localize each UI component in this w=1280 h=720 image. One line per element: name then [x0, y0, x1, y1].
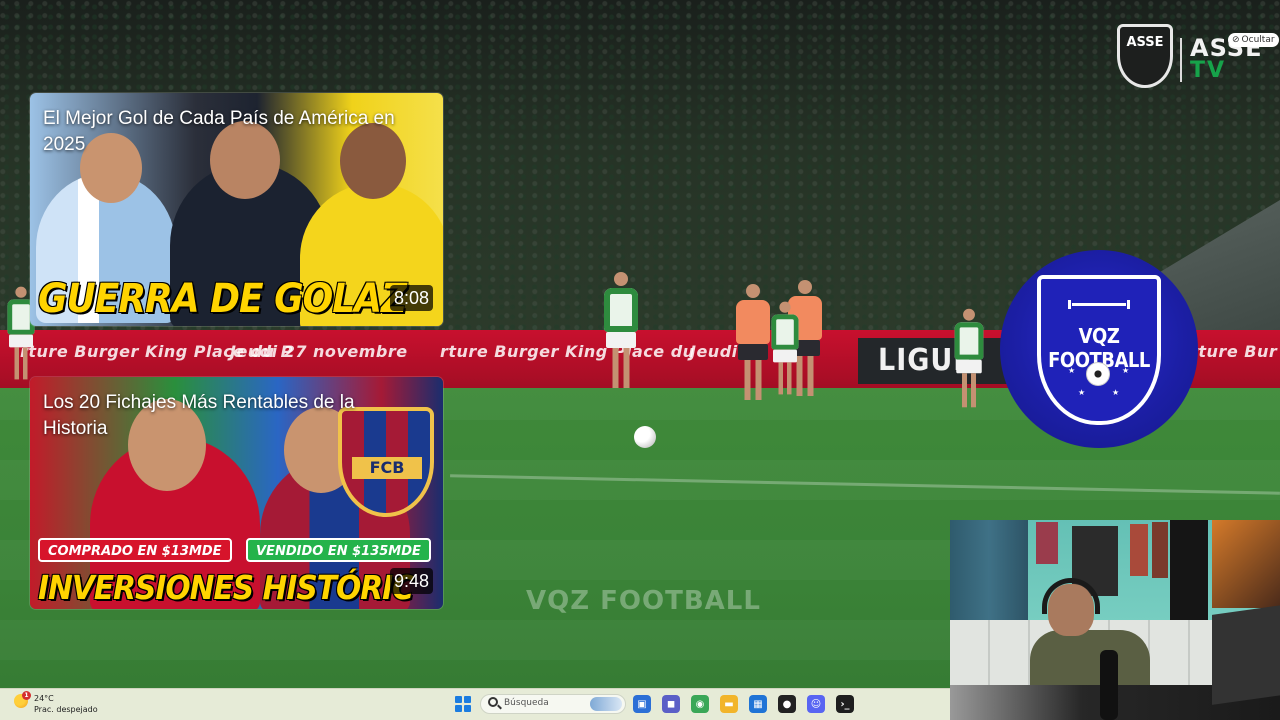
discord-icon[interactable]: ☺ — [807, 695, 825, 713]
adboard-text: rture Bur — [1190, 342, 1278, 361]
football — [634, 426, 656, 448]
fcb-crest-label: FCB — [352, 457, 422, 479]
player — [736, 284, 770, 400]
player — [954, 308, 984, 408]
poster — [1212, 520, 1280, 608]
hide-overlay-label: Ocultar — [1241, 35, 1275, 45]
hide-overlay-button[interactable]: ⊘ Ocultar — [1228, 33, 1279, 47]
watermark-text: VQZ FOOTBALL — [526, 586, 761, 616]
chrome-icon[interactable]: ◉ — [691, 695, 709, 713]
door — [1170, 520, 1208, 620]
poster — [1036, 522, 1058, 564]
terminal-icon[interactable]: ›_ — [836, 695, 854, 713]
adboard-text: Jeudi 27 novembre — [230, 342, 408, 361]
thumbnail-headline: INVERSIONES HISTÓRIC — [38, 568, 414, 607]
weather-description[interactable]: Prac. despejado — [34, 705, 98, 714]
file-explorer-icon[interactable]: ▬ — [720, 695, 738, 713]
poster — [1130, 524, 1148, 576]
player — [771, 301, 799, 395]
microphone-icon — [1100, 650, 1118, 720]
task-view-icon[interactable]: ▣ — [633, 695, 651, 713]
video-duration: 9:48 — [389, 568, 433, 594]
weather-temperature[interactable]: 24°C — [34, 694, 54, 703]
star-icon: ★ — [1068, 366, 1076, 375]
windows-start-icon[interactable] — [455, 696, 471, 712]
price-sold-badge: VENDIDO EN $135MDE — [246, 538, 431, 562]
curtain — [950, 520, 1028, 620]
asse-crest-logo: ASSE — [1117, 24, 1173, 88]
poster — [1152, 522, 1168, 578]
video-title: El Mejor Gol de Cada País de América en … — [43, 108, 395, 155]
crossbar-icon — [1068, 300, 1130, 309]
video-title: Los 20 Fichajes Más Rentables de la Hist… — [43, 392, 355, 439]
star-icon: ★ — [1112, 388, 1120, 397]
asse-tv-wordmark: TV — [1190, 58, 1227, 83]
webcam-feed — [950, 520, 1280, 720]
search-highlight-art — [590, 697, 622, 711]
obs-icon[interactable]: ● — [778, 695, 796, 713]
soccer-ball-icon — [1086, 362, 1110, 386]
video-card[interactable]: FCB Los 20 Fichajes Más Rentables de la … — [30, 377, 443, 609]
monitor — [1212, 605, 1280, 705]
adboard-text: rture Burger King Place du — [440, 342, 695, 361]
search-placeholder: Búsqueda — [504, 698, 549, 708]
store-icon[interactable]: ▦ — [749, 695, 767, 713]
ligue-board: LIGUE — [858, 338, 1008, 384]
chat-icon[interactable]: ◼ — [662, 695, 680, 713]
notification-badge: 1 — [22, 691, 31, 700]
logo-divider — [1180, 38, 1182, 82]
search-icon — [488, 697, 498, 707]
price-bought-badge: COMPRADO EN $13MDE — [38, 538, 232, 562]
video-duration: 8:08 — [389, 285, 433, 311]
star-icon: ★ — [1122, 366, 1130, 375]
thumbnail-headline: GUERRA DE GOLAZ — [38, 276, 407, 322]
eye-off-icon: ⊘ — [1232, 35, 1240, 45]
player — [604, 272, 638, 388]
video-card[interactable]: El Mejor Gol de Cada País de América en … — [30, 93, 443, 326]
star-icon: ★ — [1078, 388, 1086, 397]
stream-frame: rture Burger King Place du P Jeudi 27 no… — [0, 0, 1280, 720]
